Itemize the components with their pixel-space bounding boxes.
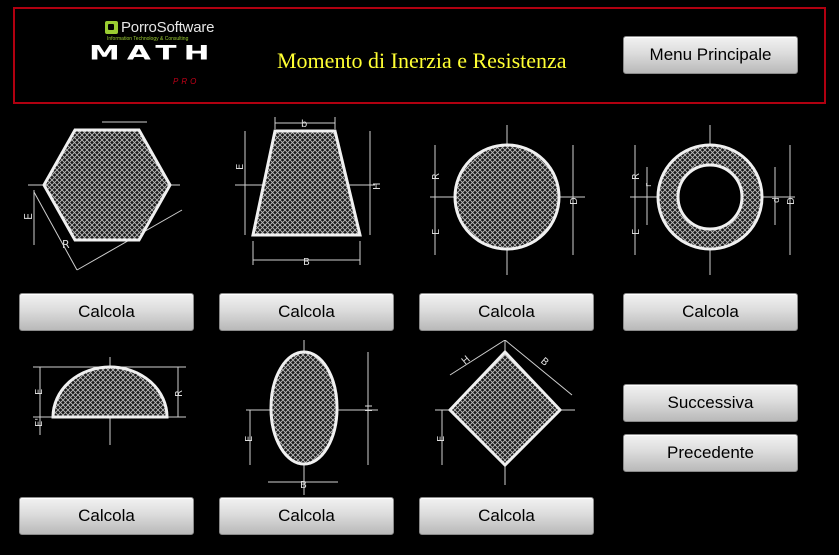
semicircle-diagram: E E' R xyxy=(28,355,193,450)
svg-text:d: d xyxy=(772,197,782,203)
svg-text:E: E xyxy=(244,436,255,442)
svg-text:R: R xyxy=(631,173,642,180)
svg-text:b: b xyxy=(301,119,307,130)
ellipse-diagram: E H B xyxy=(238,340,388,495)
trapezoid-diagram: b E H B xyxy=(225,115,390,275)
svg-text:D: D xyxy=(569,197,580,205)
svg-text:r: r xyxy=(644,183,654,187)
product-name: MATH xyxy=(89,42,217,65)
svg-text:B: B xyxy=(303,257,310,268)
svg-text:E: E xyxy=(431,229,442,235)
ring-diagram: R r E d D xyxy=(625,125,800,275)
app-logo: PorroSoftware Information Technology & C… xyxy=(87,17,252,97)
label-r: R xyxy=(62,238,70,251)
svg-text:E: E xyxy=(34,389,45,395)
hexagon-diagram: E R xyxy=(22,120,192,280)
svg-text:B: B xyxy=(538,356,550,369)
previous-page-button[interactable]: Precedente xyxy=(623,434,798,472)
calculate-semicircle-button[interactable]: Calcola xyxy=(19,497,194,535)
product-edition: PRO xyxy=(173,77,200,86)
calculate-circle-button[interactable]: Calcola xyxy=(419,293,594,331)
svg-text:B: B xyxy=(300,480,307,491)
rhombus-diagram: H B E xyxy=(430,339,580,485)
calculate-rhombus-button[interactable]: Calcola xyxy=(419,497,594,535)
svg-text:E: E xyxy=(235,164,246,170)
svg-text:E: E xyxy=(436,436,447,442)
svg-text:D: D xyxy=(786,197,797,205)
calculate-ellipse-button[interactable]: Calcola xyxy=(219,497,394,535)
svg-text:H: H xyxy=(364,404,375,412)
label-e: E xyxy=(22,213,35,220)
page-title: Momento di Inerzia e Resistenza xyxy=(277,48,567,73)
calculate-trapezoid-button[interactable]: Calcola xyxy=(219,293,394,331)
svg-text:H: H xyxy=(460,354,473,367)
brand-name: PorroSoftware xyxy=(121,19,215,36)
svg-text:R: R xyxy=(174,390,185,397)
circle-diagram: R E D xyxy=(425,125,590,275)
svg-text:H: H xyxy=(372,182,383,190)
svg-text:E: E xyxy=(631,229,642,235)
brand-logo-icon xyxy=(105,21,118,34)
svg-text:E': E' xyxy=(34,418,45,427)
calculate-hexagon-button[interactable]: Calcola xyxy=(19,293,194,331)
calculate-ring-button[interactable]: Calcola xyxy=(623,293,798,331)
main-menu-button[interactable]: Menu Principale xyxy=(623,36,798,74)
svg-text:R: R xyxy=(431,173,442,180)
next-page-button[interactable]: Successiva xyxy=(623,384,798,422)
